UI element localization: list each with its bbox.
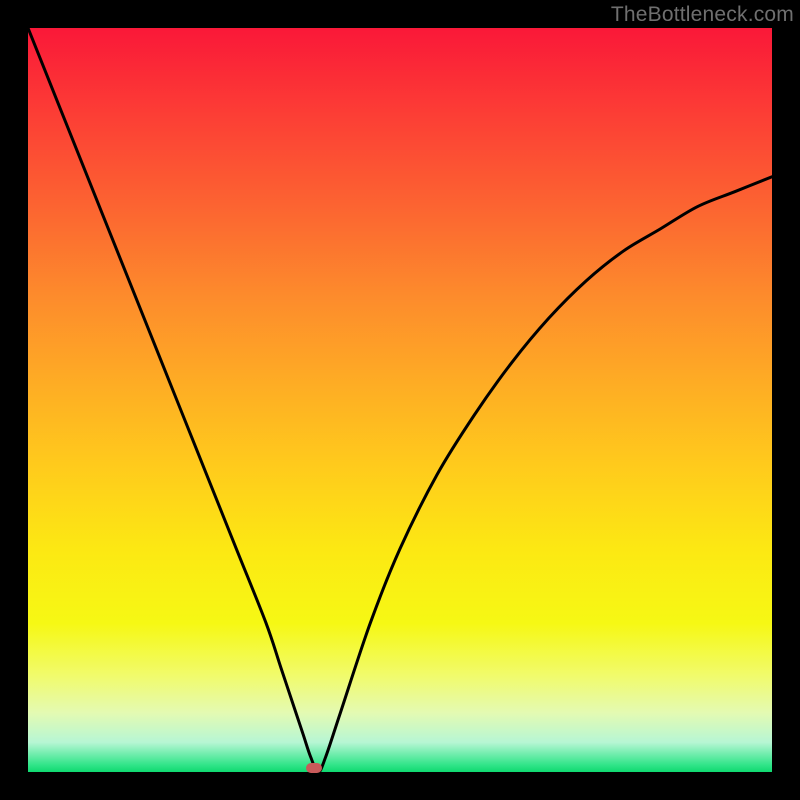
optimal-point-marker <box>306 763 322 773</box>
chart-frame: TheBottleneck.com <box>0 0 800 800</box>
bottleneck-curve <box>28 28 772 772</box>
plot-area <box>28 28 772 772</box>
watermark-label: TheBottleneck.com <box>611 3 794 27</box>
